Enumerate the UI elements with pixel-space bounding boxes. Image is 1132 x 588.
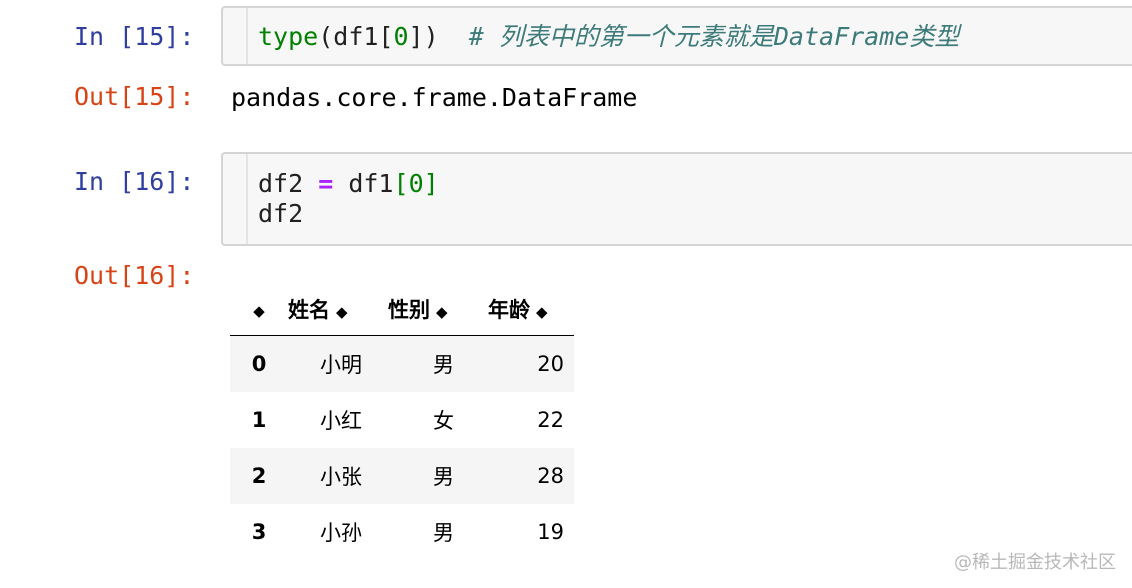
table-row: 1 小红 女 22: [230, 392, 574, 448]
column-header-sex[interactable]: 性别 ◆: [388, 283, 488, 336]
cell-name: 小红: [320, 409, 362, 433]
column-header-name[interactable]: 姓名 ◆: [288, 283, 388, 336]
in-prompt-15: In [15]:: [74, 22, 195, 51]
cell-age: 28: [537, 464, 564, 488]
cell-sex: 男: [433, 521, 454, 545]
table-header-row: ◆ 姓名 ◆ 性别 ◆ 年龄 ◆: [230, 283, 574, 336]
sort-icon[interactable]: ◆: [436, 303, 448, 321]
column-header-age[interactable]: 年龄 ◆: [488, 283, 574, 336]
in-prompt-16: In [16]:: [74, 167, 195, 196]
column-header-index[interactable]: ◆: [230, 283, 288, 336]
cell-sex: 男: [433, 353, 454, 377]
sort-icon[interactable]: ◆: [336, 303, 348, 321]
cell-age: 19: [537, 520, 564, 544]
code-token-bracket: ]: [423, 169, 439, 198]
watermark: @稀土掘金技术社区: [954, 552, 1116, 573]
code-token-operator: =: [318, 169, 334, 198]
output-text-15: pandas.core.frame.DataFrame: [231, 83, 638, 112]
dataframe-table: ◆ 姓名 ◆ 性别 ◆ 年龄 ◆ 0 小明 男 20 1 小红 女 22 2 小张 男…: [230, 283, 574, 560]
code-token-number: 0: [393, 22, 409, 51]
code-line[interactable]: df2 = df1[0]: [258, 169, 439, 199]
cell-gutter: [223, 154, 248, 244]
cell-age: 20: [537, 352, 564, 376]
table-row: 0 小明 男 20: [230, 335, 574, 392]
code-cell-15[interactable]: type(df1[0]) # 列表中的第一个元素就是DataFrame类型: [221, 6, 1132, 66]
code-token: (df1[: [318, 22, 394, 51]
code-token-number: 0: [408, 169, 424, 198]
row-index: 0: [251, 352, 267, 376]
cell-gutter: [223, 8, 248, 64]
code-line[interactable]: df2: [258, 199, 303, 229]
code-comment: # 列表中的第一个元素就是DataFrame类型: [468, 22, 960, 51]
code-token: df1: [333, 169, 394, 198]
cell-name: 小张: [320, 465, 362, 489]
code-token: df2: [258, 169, 319, 198]
code-token: ]): [408, 22, 439, 51]
row-index: 1: [251, 408, 267, 432]
code-line[interactable]: type(df1[0]) # 列表中的第一个元素就是DataFrame类型: [258, 22, 959, 52]
row-index: 2: [251, 464, 267, 488]
out-prompt-15: Out[15]:: [74, 82, 195, 111]
table-row: 2 小张 男 28: [230, 448, 574, 504]
row-index: 3: [251, 520, 267, 544]
cell-sex: 男: [433, 465, 454, 489]
table-row: 3 小孙 男 19: [230, 504, 574, 560]
cell-name: 小孙: [320, 521, 362, 545]
code-token-builtin: type: [258, 22, 319, 51]
code-cell-16[interactable]: df2 = df1[0] df2: [221, 152, 1132, 246]
cell-name: 小明: [320, 353, 362, 377]
sort-icon[interactable]: ◆: [253, 302, 265, 320]
sort-icon[interactable]: ◆: [536, 303, 548, 321]
out-prompt-16: Out[16]:: [74, 261, 195, 290]
code-token-bracket: [: [393, 169, 409, 198]
cell-age: 22: [537, 408, 564, 432]
cell-sex: 女: [433, 409, 454, 433]
